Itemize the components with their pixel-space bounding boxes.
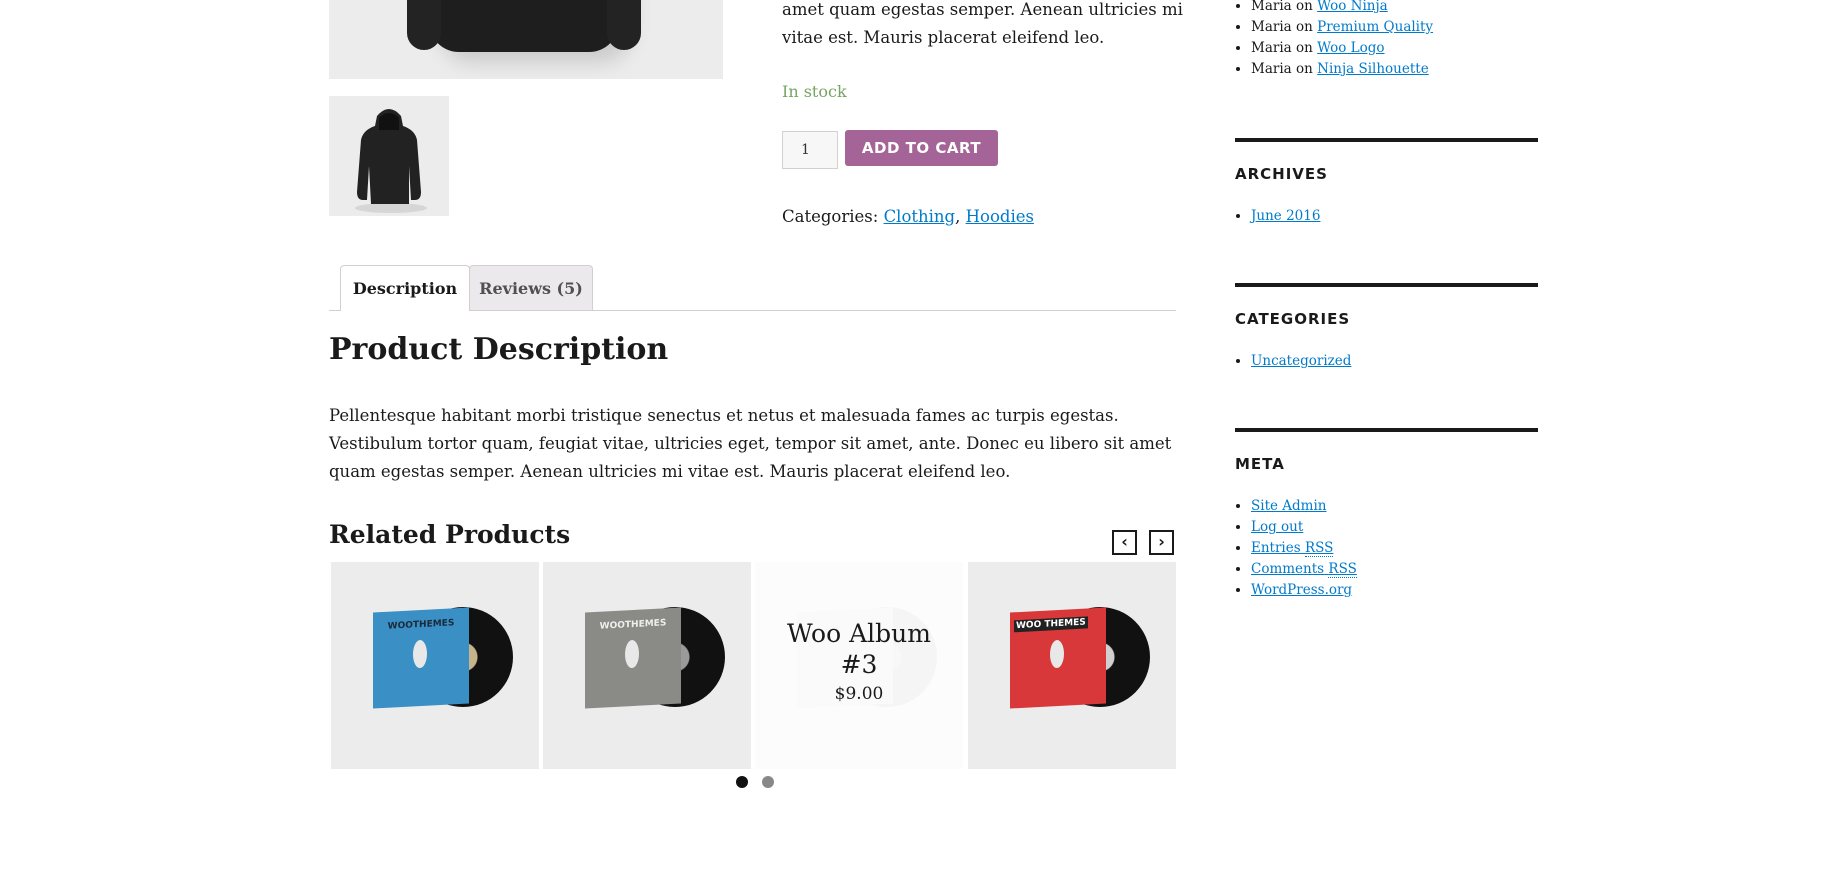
log-out-link[interactable]: Log out	[1251, 519, 1303, 535]
comment-author: Maria	[1251, 19, 1292, 35]
list-item: Maria on Woo Ninja	[1251, 0, 1538, 17]
product-main-image[interactable]	[329, 0, 723, 79]
rss-abbr: RSS	[1304, 540, 1334, 557]
list-item: Maria on Premium Quality	[1251, 17, 1538, 38]
site-admin-link[interactable]: Site Admin	[1251, 498, 1326, 514]
comment-post-link[interactable]: Woo Logo	[1317, 40, 1384, 56]
rss-abbr: RSS	[1328, 561, 1357, 578]
comment-on: on	[1296, 61, 1313, 77]
list-item: Entries RSS	[1251, 538, 1538, 559]
archives-title: ARCHIVES	[1235, 165, 1328, 183]
comment-author: Maria	[1251, 61, 1292, 77]
list-item: Uncategorized	[1251, 351, 1538, 372]
entries-label: Entries	[1251, 540, 1301, 556]
list-item: Maria on Woo Logo	[1251, 38, 1538, 59]
categories-separator: ,	[955, 207, 961, 226]
hoodie-back-thumbnail	[355, 109, 427, 213]
list-item: Log out	[1251, 517, 1538, 538]
comment-on: on	[1296, 19, 1313, 35]
category-link[interactable]: Uncategorized	[1251, 353, 1351, 369]
tab-reviews[interactable]: Reviews (5)	[469, 265, 593, 310]
categories-title: CATEGORIES	[1235, 310, 1351, 328]
widget-divider	[1235, 428, 1538, 432]
comment-author: Maria	[1251, 0, 1292, 14]
chevron-left-icon[interactable]: ‹	[1112, 530, 1137, 555]
chevron-right-icon[interactable]: ›	[1149, 530, 1174, 555]
category-link-clothing[interactable]: Clothing	[884, 207, 956, 226]
related-products-heading: Related Products	[329, 520, 571, 549]
quantity-input[interactable]: 1	[782, 131, 838, 169]
meta-title: META	[1235, 455, 1285, 473]
archives-widget: June 2016	[1235, 206, 1538, 227]
add-to-cart-button[interactable]: ADD TO CART	[845, 130, 998, 166]
product-title: Woo Album #3	[755, 618, 963, 680]
list-item: Comments RSS	[1251, 559, 1538, 580]
archive-link[interactable]: June 2016	[1251, 208, 1320, 224]
widget-divider	[1235, 283, 1538, 287]
carousel-dot[interactable]	[762, 776, 774, 788]
comments-rss-link[interactable]: Comments RSS	[1251, 561, 1357, 578]
list-item: June 2016	[1251, 206, 1538, 227]
album-sleeve: WOOTHEMES	[585, 607, 681, 709]
sleeve-label: WOO THEMES	[1014, 616, 1088, 633]
product-hover-overlay[interactable]: Woo Album #3 $9.00	[755, 562, 963, 769]
related-product-card[interactable]: WOOTHEMES	[331, 562, 539, 769]
product-description-heading: Product Description	[329, 332, 669, 367]
list-item: Maria on Ninja Silhouette	[1251, 59, 1538, 80]
sleeve-label: WOOTHEMES	[599, 618, 667, 632]
related-product-card[interactable]: WOO THEMES	[968, 562, 1176, 769]
album-sleeve: WOO THEMES	[1010, 607, 1106, 709]
sleeve-label: WOOTHEMES	[387, 618, 455, 632]
sleeve-hole	[625, 639, 639, 669]
product-title-line: Woo Album	[787, 619, 931, 648]
list-item: Site Admin	[1251, 496, 1538, 517]
related-product-card[interactable]: WOOTHEMES	[543, 562, 751, 769]
stock-status: In stock	[782, 82, 847, 101]
summary-line: amet quam egestas semper. Aenean ultrici…	[782, 0, 1183, 19]
summary-line: vitae est. Mauris placerat eleifend leo.	[782, 28, 1105, 47]
product-description-text: Pellentesque habitant morbi tristique se…	[329, 406, 1172, 481]
comment-on: on	[1296, 40, 1313, 56]
sleeve-hole	[1050, 639, 1064, 669]
product-title-line: #3	[840, 650, 878, 679]
widget-divider	[1235, 138, 1538, 142]
entries-rss-link[interactable]: Entries RSS	[1251, 540, 1334, 557]
product-price: $9.00	[834, 684, 884, 704]
comment-post-link[interactable]: Ninja Silhouette	[1317, 61, 1429, 77]
product-categories: Categories: Clothing, Hoodies	[782, 207, 1034, 226]
album-sleeve: WOOTHEMES	[373, 607, 469, 709]
wordpress-org-link[interactable]: WordPress.org	[1251, 582, 1352, 598]
categories-widget: Uncategorized	[1235, 351, 1538, 372]
comment-author: Maria	[1251, 40, 1292, 56]
product-short-description: amet quam egestas semper. Aenean ultrici…	[782, 0, 1187, 52]
comment-on: on	[1296, 0, 1313, 14]
category-link-hoodies[interactable]: Hoodies	[966, 207, 1034, 226]
tab-description[interactable]: Description	[340, 265, 470, 311]
comment-post-link[interactable]: Premium Quality	[1317, 19, 1433, 35]
carousel-dot-active[interactable]	[736, 776, 748, 788]
categories-label: Categories:	[782, 207, 879, 226]
meta-widget: Site Admin Log out Entries RSS Comments …	[1235, 496, 1538, 601]
hoodie-image	[407, 0, 641, 52]
sleeve-hole	[413, 639, 427, 669]
recent-comments-widget: Maria on Woo Ninja Maria on Premium Qual…	[1235, 0, 1538, 80]
related-product-card-hovered[interactable]: Woo Album #3 $9.00	[755, 562, 963, 769]
comment-post-link[interactable]: Woo Ninja	[1317, 0, 1388, 14]
comments-label: Comments	[1251, 561, 1325, 577]
product-thumbnail[interactable]	[329, 96, 449, 216]
recent-comments-list: Maria on Woo Ninja Maria on Premium Qual…	[1235, 0, 1538, 80]
list-item: WordPress.org	[1251, 580, 1538, 601]
